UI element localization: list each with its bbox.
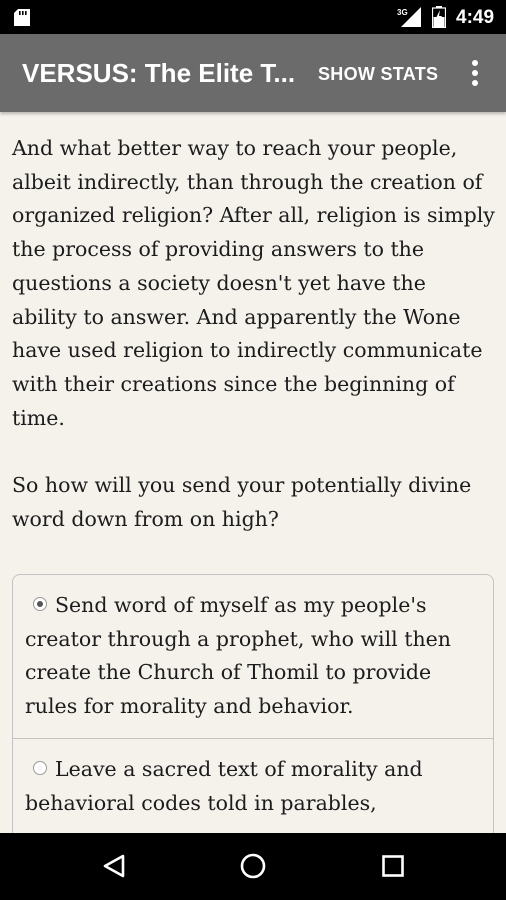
choice-list: Send word of myself as my people's creat… (12, 574, 494, 876)
battery-icon (432, 6, 446, 28)
back-icon[interactable] (103, 854, 125, 878)
choice-option[interactable]: Leave a sacred text of morality and beha… (13, 737, 493, 834)
home-icon[interactable] (240, 853, 266, 879)
radio-unselected-icon[interactable] (33, 760, 47, 775)
choice-label: Leave a sacred text of morality and beha… (25, 756, 423, 815)
clock: 4:49 (456, 7, 495, 28)
navigation-bar (0, 833, 506, 900)
sd-card-icon (14, 9, 30, 26)
story-text: And what better way to reach your people… (12, 132, 496, 537)
app-bar: VERSUS: The Elite T... SHOW STATS (0, 34, 506, 112)
app-title: VERSUS: The Elite T... (22, 58, 296, 88)
show-stats-button[interactable]: SHOW STATS (318, 64, 438, 85)
status-bar: 3G 4:49 (0, 0, 506, 34)
svg-text:3G: 3G (397, 8, 408, 17)
choice-option[interactable]: Send word of myself as my people's creat… (13, 575, 493, 738)
story-question: So how will you send your potentially di… (12, 473, 472, 532)
story-paragraph: And what better way to reach your people… (12, 136, 495, 430)
choice-label: Send word of myself as my people's creat… (25, 593, 452, 719)
more-vert-icon[interactable] (470, 58, 480, 88)
signal-icon: 3G (397, 7, 421, 27)
radio-selected-icon[interactable] (33, 597, 47, 611)
recents-icon[interactable] (382, 855, 404, 877)
